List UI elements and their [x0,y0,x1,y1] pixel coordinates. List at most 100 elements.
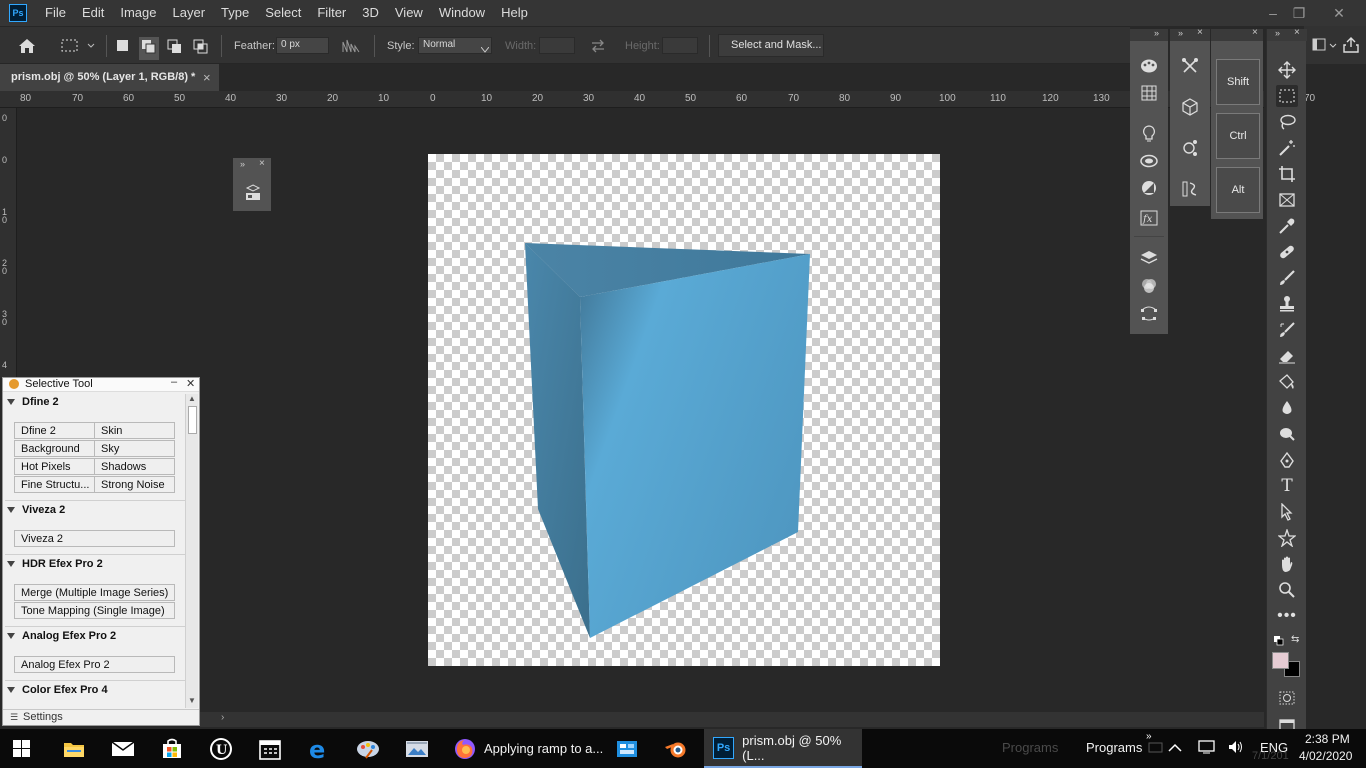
swap-dimensions-icon[interactable] [590,38,606,57]
intersect-selection-icon[interactable] [193,39,209,58]
custom-shape-tool-icon[interactable] [1276,527,1298,549]
fine-structure-button[interactable]: Fine Structu... [14,476,95,493]
blue-app-icon[interactable] [605,729,649,768]
channels-icon[interactable] [1138,275,1160,297]
3d-layer-icon[interactable] [244,184,262,205]
menu-help[interactable]: Help [493,0,536,26]
menu-image[interactable]: Image [112,0,164,26]
background-button[interactable]: Background [14,440,95,457]
crop-tool-icon[interactable] [1276,163,1298,185]
unreal-engine-icon[interactable]: U [199,729,243,768]
section-hdr-efex[interactable]: HDR Efex Pro 2 [7,558,103,570]
close-panel-icon[interactable]: × [259,158,265,169]
file-explorer-icon[interactable] [52,729,96,768]
swap-colors-icon[interactable]: ⇆ [1291,634,1299,645]
scroll-up-icon[interactable]: ▲ [188,394,196,403]
eyedropper-tool-icon[interactable] [1276,215,1298,237]
close-tab-icon[interactable]: × [203,70,211,85]
dodge-tool-icon[interactable] [1276,423,1298,445]
expand-icon[interactable]: » [240,159,245,169]
swatches-grid-icon[interactable] [1138,82,1160,104]
feather-input[interactable]: 0 px [276,37,329,54]
menu-view[interactable]: View [387,0,431,26]
paint-icon[interactable] [346,729,390,768]
shadows-button[interactable]: Shadows [94,458,175,475]
workspace-icon[interactable] [1312,37,1340,56]
hdr-merge-button[interactable]: Merge (Multiple Image Series) [14,584,175,601]
menu-type[interactable]: Type [213,0,257,26]
clone-stamp-tool-icon[interactable] [1276,293,1298,315]
scroll-down-icon[interactable]: ▼ [188,696,196,705]
scroll-thumb[interactable] [188,406,197,434]
layers-icon[interactable] [1138,247,1160,269]
path-selection-tool-icon[interactable] [1276,501,1298,523]
timeline-icon[interactable] [1179,178,1201,200]
store-icon[interactable] [150,729,194,768]
quick-mask-icon[interactable] [1276,687,1298,709]
panel-scrollbar[interactable]: ▲ ▼ [185,394,198,708]
anti-alias-icon[interactable] [342,39,362,56]
lasso-tool-icon[interactable] [1276,111,1298,133]
type-tool-icon[interactable]: T [1276,475,1298,497]
default-colors-icon[interactable] [1274,635,1284,649]
scroll-right-icon[interactable]: › [221,712,224,723]
tray-volume-icon[interactable] [1227,739,1245,758]
settings-icon[interactable]: ☰ [10,712,18,723]
menu-edit[interactable]: Edit [74,0,112,26]
collapse-toolbar-icon[interactable]: » [1275,28,1280,38]
photoshop-task-button[interactable]: Ps prism.obj @ 50% (L... [704,729,862,768]
share-icon[interactable] [1342,36,1360,57]
alt-key-button[interactable]: Alt [1216,167,1260,213]
color-palette-icon[interactable] [1138,55,1160,77]
select-and-mask-button[interactable]: Select and Mask... [718,34,824,57]
add-to-selection-icon[interactable] [139,37,159,60]
menu-window[interactable]: Window [431,0,493,26]
section-viveza[interactable]: Viveza 2 [7,504,65,516]
move-tool-icon[interactable] [1276,59,1298,81]
skin-button[interactable]: Skin [94,422,175,439]
zoom-tool-icon[interactable] [1276,579,1298,601]
tray-network-icon[interactable] [1148,741,1164,758]
tray-display-icon[interactable] [1198,740,1216,757]
eraser-tool-icon[interactable] [1276,345,1298,367]
analog-efex-button[interactable]: Analog Efex Pro 2 [14,656,175,673]
settings-link[interactable]: Settings [23,711,63,723]
subtract-from-selection-icon[interactable] [167,39,183,58]
healing-brush-tool-icon[interactable] [1276,241,1298,263]
blur-tool-icon[interactable] [1276,397,1298,419]
close-panel-icon[interactable]: ✕ [186,377,195,390]
collapse-panels-icon[interactable]: » [1154,28,1159,38]
programs-toolbar-label[interactable]: Programs [1086,740,1142,755]
pen-tool-icon[interactable] [1276,449,1298,471]
width-input[interactable] [539,37,575,54]
menu-3d[interactable]: 3D [354,0,387,26]
section-color-efex[interactable]: Color Efex Pro 4 [7,684,108,696]
minimize-panel-icon[interactable]: – [171,376,177,388]
menu-file[interactable]: File [37,0,74,26]
clock-date[interactable]: 4/02/2020 [1299,749,1352,763]
viveza2-button[interactable]: Viveza 2 [14,530,175,547]
strong-noise-button[interactable]: Strong Noise [94,476,175,493]
adjustments-icon[interactable] [1138,177,1160,199]
photo-viewer-icon[interactable] [395,729,439,768]
hdr-tone-mapping-button[interactable]: Tone Mapping (Single Image) [14,602,175,619]
windows-start-icon[interactable] [0,729,44,768]
gradient-tool-icon[interactable] [1276,371,1298,393]
brush-tool-icon[interactable] [1276,267,1298,289]
close-panel-icon[interactable]: × [1252,27,1258,38]
edge-browser-icon[interactable]: e [297,729,341,768]
restore-button[interactable]: ❐ [1286,2,1312,24]
sky-button[interactable]: Sky [94,440,175,457]
section-analog-efex[interactable]: Analog Efex Pro 2 [7,630,116,642]
close-panel-icon[interactable]: × [1197,27,1203,38]
3d-cube-icon[interactable] [1179,96,1201,118]
home-icon[interactable] [18,38,36,57]
shift-key-button[interactable]: Shift [1216,59,1260,105]
clock-time[interactable]: 2:38 PM [1305,732,1350,746]
section-dfine[interactable]: Dfine 2 [7,396,59,408]
horizontal-scrollbar[interactable]: › [200,712,1264,727]
styles-fx-icon[interactable]: fx [1138,207,1160,229]
document-canvas[interactable] [428,154,940,666]
menu-layer[interactable]: Layer [165,0,214,26]
hot-pixels-button[interactable]: Hot Pixels [14,458,95,475]
